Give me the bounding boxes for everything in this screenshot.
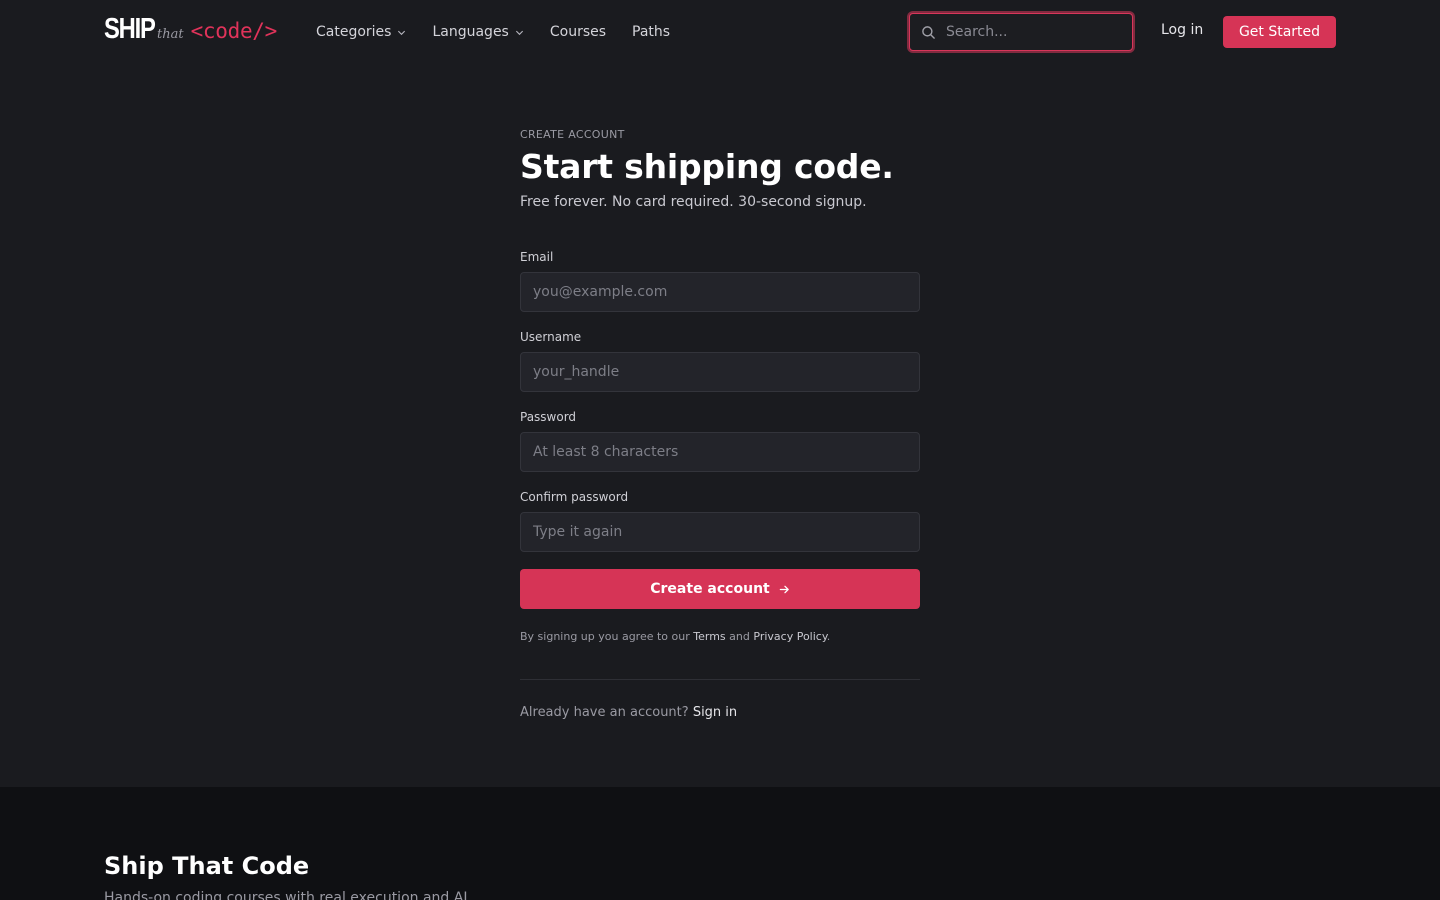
nav-item-label: Languages [432, 24, 509, 40]
nav-item-languages[interactable]: Languages [432, 24, 523, 40]
get-started-button[interactable]: Get Started [1223, 16, 1336, 48]
password-label: Password [520, 410, 577, 424]
confirm-password-field-group: Confirm password [520, 490, 920, 552]
search-input[interactable] [946, 24, 1126, 40]
nav-item-categories[interactable]: Categories [316, 24, 406, 40]
top-nav-bar: SHIP that <code/> Categories Languages C… [0, 0, 1440, 64]
confirm-password-field[interactable] [520, 512, 920, 552]
create-account-label: Create account [650, 581, 770, 597]
logo-code-text: <code/> [190, 19, 278, 43]
password-field[interactable] [520, 432, 920, 472]
nav-item-label: Paths [632, 24, 671, 40]
username-label: Username [520, 330, 582, 344]
nav-item-courses[interactable]: Courses [550, 24, 606, 40]
sign-in-link[interactable]: Sign in [693, 705, 737, 720]
arrow-right-icon [779, 585, 789, 593]
signin-prompt: Already have an account? [520, 705, 689, 720]
nav-item-label: Courses [549, 24, 607, 40]
signup-form: CREATE ACCOUNT Start shipping code. Free… [520, 128, 920, 720]
page-subtitle: Free forever. No card required. 30-secon… [520, 194, 867, 210]
login-link[interactable]: Log in [1161, 22, 1203, 38]
footer-title: Ship That Code [104, 852, 310, 880]
logo-that-text: that [157, 27, 184, 42]
username-field[interactable] [520, 352, 920, 392]
eyebrow-label: CREATE ACCOUNT [520, 128, 625, 141]
chevron-down-icon [515, 30, 523, 35]
logo-ship-text: SHIP [104, 13, 156, 45]
page: SHIP that <code/> Categories Languages C… [0, 0, 1440, 900]
search-icon [922, 25, 935, 39]
footer: Ship That Code Hands-on coding courses w… [0, 787, 1440, 900]
nav-item-label: Categories [316, 24, 392, 40]
page-title: Start shipping code. [520, 147, 894, 186]
confirm-password-label: Confirm password [520, 490, 629, 504]
chevron-down-icon [398, 30, 406, 35]
privacy-policy-link[interactable]: Privacy Policy [753, 630, 826, 643]
main-nav: Categories Languages Courses Paths [316, 0, 696, 64]
nav-item-paths[interactable]: Paths [632, 24, 670, 40]
email-label: Email [520, 250, 554, 264]
email-field-group: Email [520, 250, 920, 312]
email-field[interactable] [520, 272, 920, 312]
divider [520, 679, 920, 680]
legal-suffix: . [826, 630, 831, 643]
terms-link[interactable]: Terms [693, 630, 725, 643]
footer-description: Hands-on coding courses with real execut… [104, 890, 468, 900]
logo[interactable]: SHIP that <code/> [104, 13, 277, 49]
legal-notice: By signing up you agree to our Terms and… [520, 630, 830, 643]
username-field-group: Username [520, 330, 920, 392]
legal-and: and [729, 630, 750, 643]
legal-prefix: By signing up you agree to our [520, 630, 690, 643]
search-box[interactable] [909, 13, 1133, 51]
signin-prompt-row: Already have an account? Sign in [520, 705, 737, 720]
password-field-group: Password [520, 410, 920, 472]
create-account-button[interactable]: Create account [520, 569, 920, 609]
